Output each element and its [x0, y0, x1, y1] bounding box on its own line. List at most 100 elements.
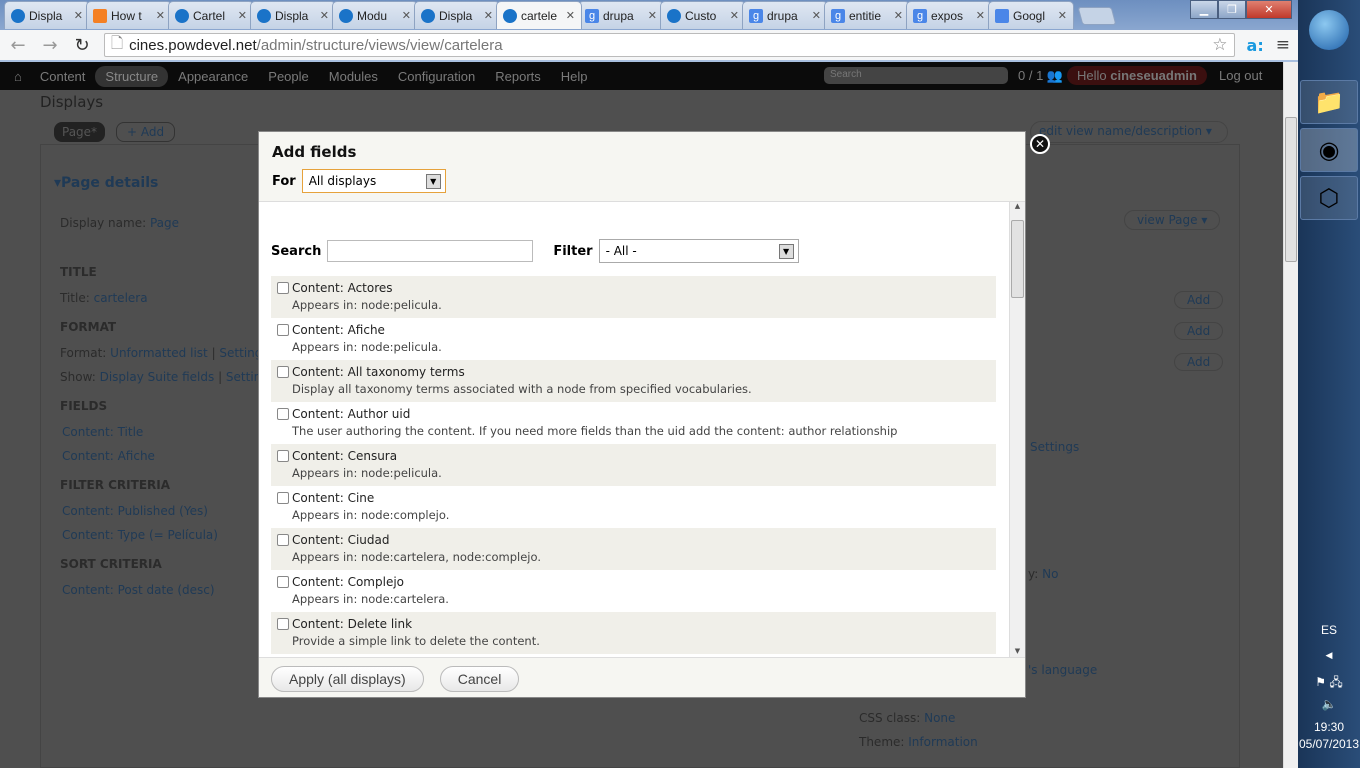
field-option-label[interactable]: Content: Cine: [292, 491, 991, 505]
close-tab-icon[interactable]: ✕: [566, 9, 575, 22]
filter-link[interactable]: Content: Published (Yes): [62, 504, 208, 518]
browser-tab[interactable]: Displa ✕: [4, 1, 90, 29]
start-button[interactable]: [1309, 10, 1349, 50]
browser-tab[interactable]: Googl ✕: [988, 1, 1074, 29]
scroll-up-arrow[interactable]: ▲: [1010, 202, 1025, 210]
chrome-taskbar-icon[interactable]: ◉: [1300, 128, 1358, 172]
language-indicator[interactable]: ES: [1298, 623, 1360, 637]
edit-view-name-button[interactable]: edit view name/description ▾: [1030, 121, 1228, 143]
close-tab-icon[interactable]: ✕: [238, 9, 247, 22]
close-tab-icon[interactable]: ✕: [402, 9, 411, 22]
minimize-button[interactable]: ▁: [1190, 0, 1218, 19]
maximize-button[interactable]: ❐: [1218, 0, 1246, 19]
home-icon[interactable]: ⌂: [14, 69, 22, 84]
field-option-label[interactable]: Content: Afiche: [292, 323, 991, 337]
scroll-down-arrow[interactable]: ▼: [1010, 647, 1025, 655]
view-page-button[interactable]: view Page ▾: [1124, 210, 1221, 230]
field-checkbox[interactable]: [277, 618, 289, 630]
close-tab-icon[interactable]: ✕: [156, 9, 165, 22]
browser-tab[interactable]: Cartel ✕: [168, 1, 254, 29]
browser-tab[interactable]: cartele ✕: [496, 1, 582, 29]
page-details-toggle[interactable]: ▾Page details: [54, 175, 158, 191]
close-tab-icon[interactable]: ✕: [812, 9, 821, 22]
admin-search-input[interactable]: Search: [824, 67, 1008, 84]
add-filter-button[interactable]: Add: [1174, 322, 1224, 340]
display-name-link[interactable]: Page: [150, 216, 179, 230]
field-option-label[interactable]: Content: Complejo: [292, 575, 991, 589]
format-link[interactable]: Unformatted list: [110, 346, 208, 360]
option-link[interactable]: No: [1042, 567, 1058, 581]
theme-link[interactable]: Information: [908, 735, 977, 749]
back-icon[interactable]: ←: [8, 35, 28, 56]
browser-tab[interactable]: g entitie ✕: [824, 1, 910, 29]
clock-date[interactable]: 05/07/2013: [1298, 737, 1360, 751]
dialog-close-icon[interactable]: ✕: [1030, 134, 1050, 154]
field-checkbox[interactable]: [277, 282, 289, 294]
add-display-button[interactable]: + Add: [116, 122, 176, 142]
field-checkbox[interactable]: [277, 492, 289, 504]
page-scrollbar[interactable]: [1283, 62, 1298, 768]
field-checkbox[interactable]: [277, 366, 289, 378]
add-sort-button[interactable]: Add: [1174, 353, 1224, 371]
show-hidden-icons[interactable]: ◀: [1298, 650, 1360, 661]
logout-link[interactable]: Log out: [1219, 68, 1262, 83]
close-tab-icon[interactable]: ✕: [730, 9, 739, 22]
field-option-label[interactable]: Content: All taxonomy terms: [292, 365, 991, 379]
clock-time[interactable]: 19:30: [1298, 720, 1360, 734]
address-bar[interactable]: 🗋 cines.powdevel.net/admin/structure/vie…: [104, 33, 1235, 57]
field-option-label[interactable]: Content: Ciudad: [292, 533, 991, 547]
app-cube-taskbar-icon[interactable]: ⬡: [1300, 176, 1358, 220]
network-icon[interactable]: 🖧: [1329, 675, 1342, 689]
admin-menu-configuration[interactable]: Configuration: [388, 66, 485, 87]
admin-menu-structure[interactable]: Structure: [95, 65, 169, 87]
bookmark-star-icon[interactable]: ☆: [1212, 35, 1227, 55]
chrome-menu-icon[interactable]: ≡: [1276, 35, 1290, 55]
admin-menu-people[interactable]: People: [258, 66, 318, 87]
browser-tab[interactable]: How t ✕: [86, 1, 172, 29]
hello-user[interactable]: Hello cineseuadmin: [1067, 66, 1207, 85]
css-class-link[interactable]: None: [924, 711, 955, 725]
dialog-scrollbar[interactable]: ▲ ▼: [1009, 202, 1025, 657]
admin-menu-help[interactable]: Help: [551, 66, 598, 87]
field-checkbox[interactable]: [277, 576, 289, 588]
filter-link[interactable]: Content: Type (= Película): [62, 528, 218, 542]
admin-menu-reports[interactable]: Reports: [485, 66, 551, 87]
close-tab-icon[interactable]: ✕: [320, 9, 329, 22]
admin-menu-modules[interactable]: Modules: [319, 66, 388, 87]
tab-page-display[interactable]: Page*: [54, 122, 106, 142]
browser-tab[interactable]: g drupa ✕: [578, 1, 664, 29]
admin-menu-appearance[interactable]: Appearance: [168, 66, 258, 87]
new-tab-button[interactable]: [1077, 7, 1117, 25]
language-link[interactable]: 's language: [1028, 663, 1097, 677]
close-tab-icon[interactable]: ✕: [894, 9, 903, 22]
extension-icon[interactable]: a:: [1247, 36, 1264, 55]
close-tab-icon[interactable]: ✕: [648, 9, 657, 22]
settings-link[interactable]: Settings: [1030, 440, 1079, 454]
field-option-label[interactable]: Content: Actores: [292, 281, 991, 295]
browser-tab[interactable]: Custo ✕: [660, 1, 746, 29]
browser-tab[interactable]: Modu ✕: [332, 1, 418, 29]
close-window-button[interactable]: ✕: [1246, 0, 1292, 19]
field-checkbox[interactable]: [277, 324, 289, 336]
field-option-label[interactable]: Content: Author uid: [292, 407, 991, 421]
apply-button[interactable]: Apply (all displays): [271, 666, 424, 692]
close-tab-icon[interactable]: ✕: [484, 9, 493, 22]
field-option-label[interactable]: Content: Delete link: [292, 617, 991, 631]
close-tab-icon[interactable]: ✕: [976, 9, 985, 22]
close-tab-icon[interactable]: ✕: [74, 9, 83, 22]
browser-tab[interactable]: g expos ✕: [906, 1, 992, 29]
page-scrollbar-thumb[interactable]: [1285, 117, 1297, 262]
field-link[interactable]: Content: Title: [62, 425, 143, 439]
field-link[interactable]: Content: Afiche: [62, 449, 155, 463]
flag-icon[interactable]: ⚑: [1315, 675, 1326, 689]
filter-select[interactable]: - All - ▼: [598, 239, 799, 263]
reload-icon[interactable]: ↻: [72, 35, 92, 56]
sort-link[interactable]: Content: Post date (desc): [62, 583, 215, 597]
show-link[interactable]: Display Suite fields: [100, 370, 215, 384]
field-checkbox[interactable]: [277, 450, 289, 462]
field-checkbox[interactable]: [277, 534, 289, 546]
explorer-taskbar-icon[interactable]: 📁: [1300, 80, 1358, 124]
search-input[interactable]: [327, 240, 534, 262]
close-tab-icon[interactable]: ✕: [1058, 9, 1067, 22]
browser-tab[interactable]: g drupa ✕: [742, 1, 828, 29]
